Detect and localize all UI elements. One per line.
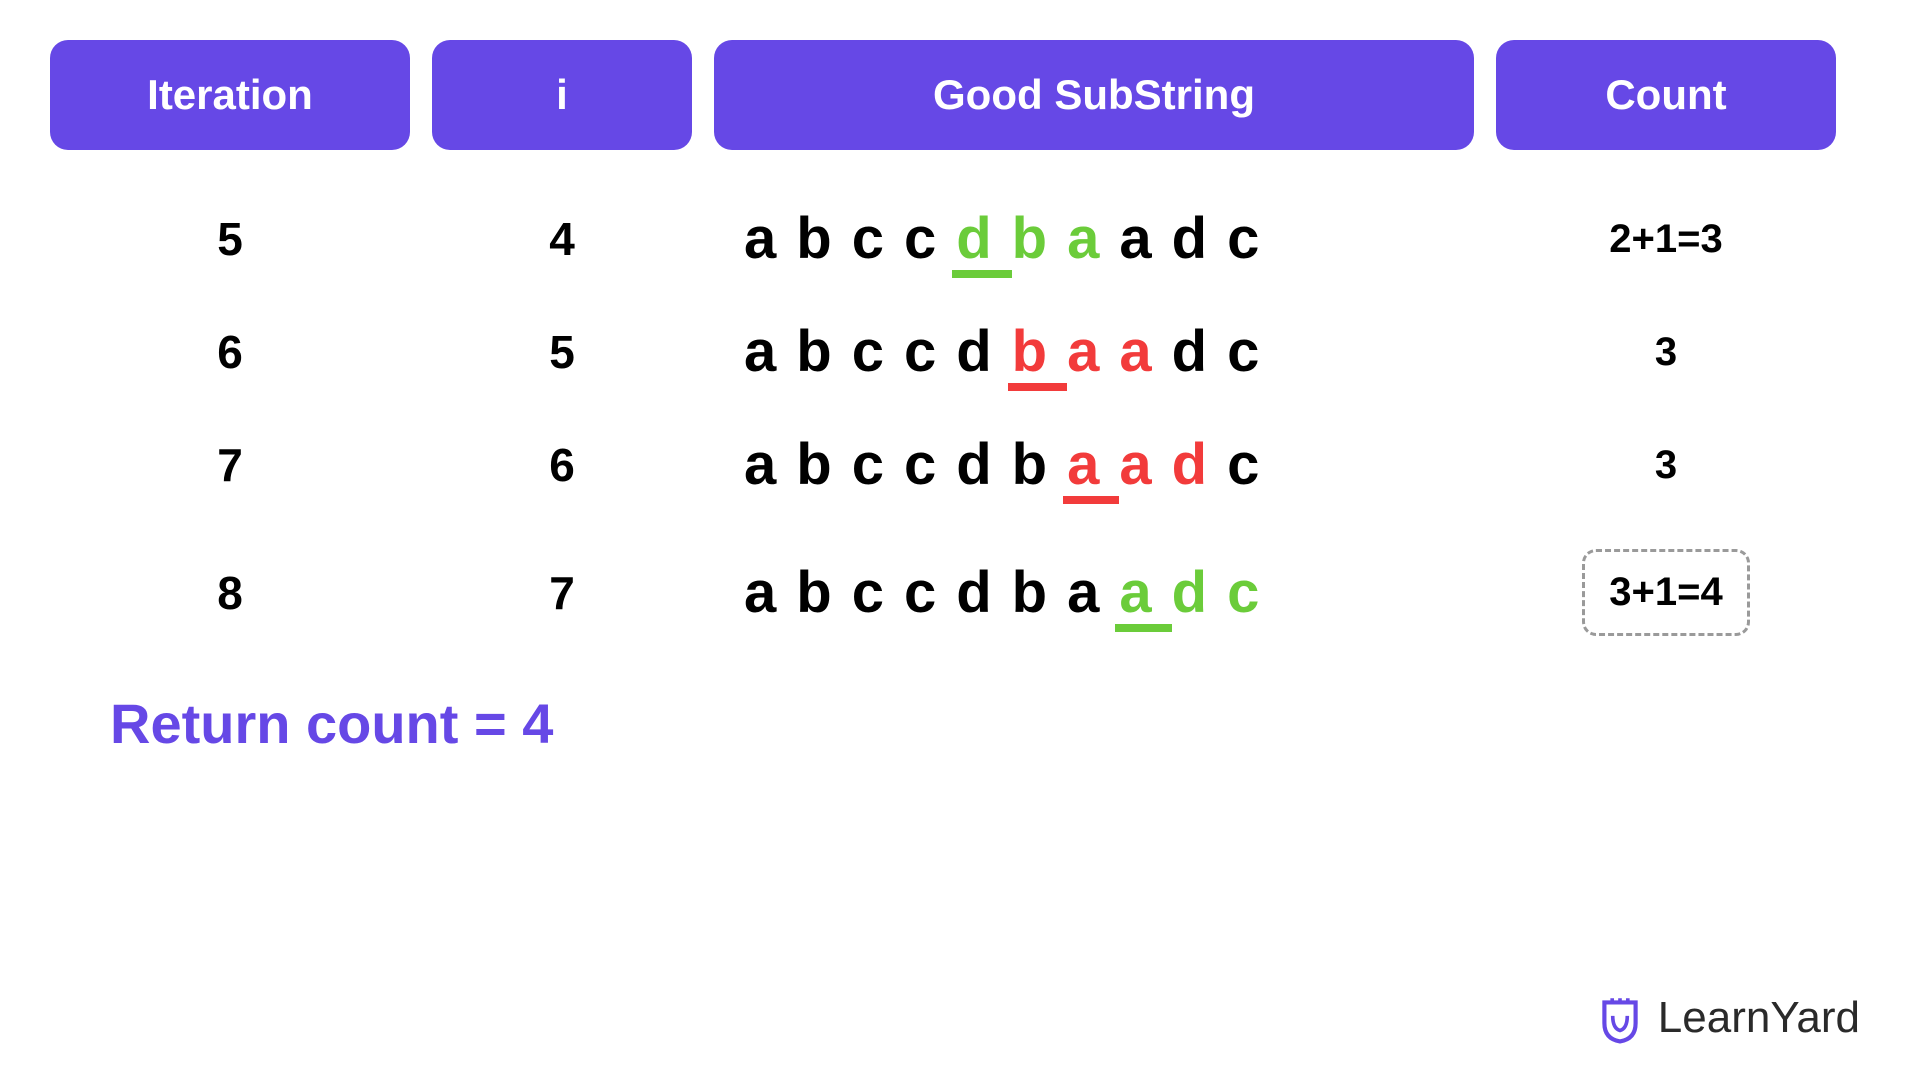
substring-cell: abccdbaadc — [714, 564, 1474, 622]
substring-cell: abccdbaadc — [714, 210, 1474, 268]
header-substring: Good SubString — [714, 40, 1474, 150]
letter: c — [1227, 436, 1259, 494]
brand-name: LearnYard — [1658, 993, 1860, 1043]
count-text: 2+1=3 — [1609, 217, 1722, 262]
letter: c — [904, 436, 936, 494]
count-value: 3 — [1496, 443, 1836, 488]
letter: c — [852, 323, 884, 381]
iteration-value: 6 — [50, 325, 410, 379]
iteration-value: 7 — [50, 438, 410, 492]
rows-container: 54abccdbaadc2+1=365abccdbaadc376abccdbaa… — [50, 210, 1870, 636]
letter: c — [852, 210, 884, 268]
letter: b — [1012, 323, 1047, 381]
letter: d — [956, 323, 991, 381]
letter: d — [956, 210, 991, 268]
header-iteration: Iteration — [50, 40, 410, 150]
letter: a — [1067, 323, 1099, 381]
letter: c — [1227, 210, 1259, 268]
letter: b — [796, 210, 831, 268]
letter: b — [1012, 436, 1047, 494]
count-value: 3+1=4 — [1496, 549, 1836, 636]
table-row: 87abccdbaadc3+1=4 — [50, 549, 1870, 636]
return-count-text: Return count = 4 — [110, 691, 1870, 756]
letter: c — [904, 323, 936, 381]
count-text: 3+1=4 — [1582, 549, 1749, 636]
letter: d — [1172, 564, 1207, 622]
i-value: 7 — [432, 566, 692, 620]
letters: abccdbaadc — [744, 564, 1259, 622]
letter: b — [796, 323, 831, 381]
iteration-value: 5 — [50, 212, 410, 266]
table-row: 54abccdbaadc2+1=3 — [50, 210, 1870, 268]
substring-cell: abccdbaadc — [714, 436, 1474, 494]
letter: d — [956, 564, 991, 622]
letter: a — [744, 436, 776, 494]
letter: a — [1067, 210, 1099, 268]
header-count: Count — [1496, 40, 1836, 150]
letter: c — [904, 564, 936, 622]
letter: a — [1119, 323, 1151, 381]
header-row: Iteration i Good SubString Count — [50, 40, 1870, 150]
count-text: 3 — [1655, 330, 1677, 375]
letter: d — [1172, 436, 1207, 494]
table-row: 76abccdbaadc3 — [50, 436, 1870, 494]
letter: c — [904, 210, 936, 268]
letter: d — [1172, 210, 1207, 268]
count-text: 3 — [1655, 443, 1677, 488]
iteration-value: 8 — [50, 566, 410, 620]
letter: a — [744, 210, 776, 268]
letter: a — [1067, 436, 1099, 494]
letter: c — [1227, 564, 1259, 622]
table-row: 65abccdbaadc3 — [50, 323, 1870, 381]
letter: c — [852, 436, 884, 494]
count-value: 2+1=3 — [1496, 217, 1836, 262]
letter: a — [1119, 436, 1151, 494]
letter: a — [744, 564, 776, 622]
header-i: i — [432, 40, 692, 150]
letters: abccdbaadc — [744, 210, 1259, 268]
count-value: 3 — [1496, 330, 1836, 375]
letters: abccdbaadc — [744, 323, 1259, 381]
letter: c — [1227, 323, 1259, 381]
letter: b — [796, 436, 831, 494]
letter: d — [956, 436, 991, 494]
i-value: 4 — [432, 212, 692, 266]
i-value: 6 — [432, 438, 692, 492]
letter: b — [1012, 564, 1047, 622]
letter: a — [1119, 210, 1151, 268]
letter: b — [1012, 210, 1047, 268]
letter: d — [1172, 323, 1207, 381]
shield-icon — [1594, 992, 1646, 1044]
letter: b — [796, 564, 831, 622]
letters: abccdbaadc — [744, 436, 1259, 494]
i-value: 5 — [432, 325, 692, 379]
letter: c — [852, 564, 884, 622]
substring-cell: abccdbaadc — [714, 323, 1474, 381]
brand-logo: LearnYard — [1594, 992, 1860, 1044]
letter: a — [1067, 564, 1099, 622]
letter: a — [1119, 564, 1151, 622]
letter: a — [744, 323, 776, 381]
